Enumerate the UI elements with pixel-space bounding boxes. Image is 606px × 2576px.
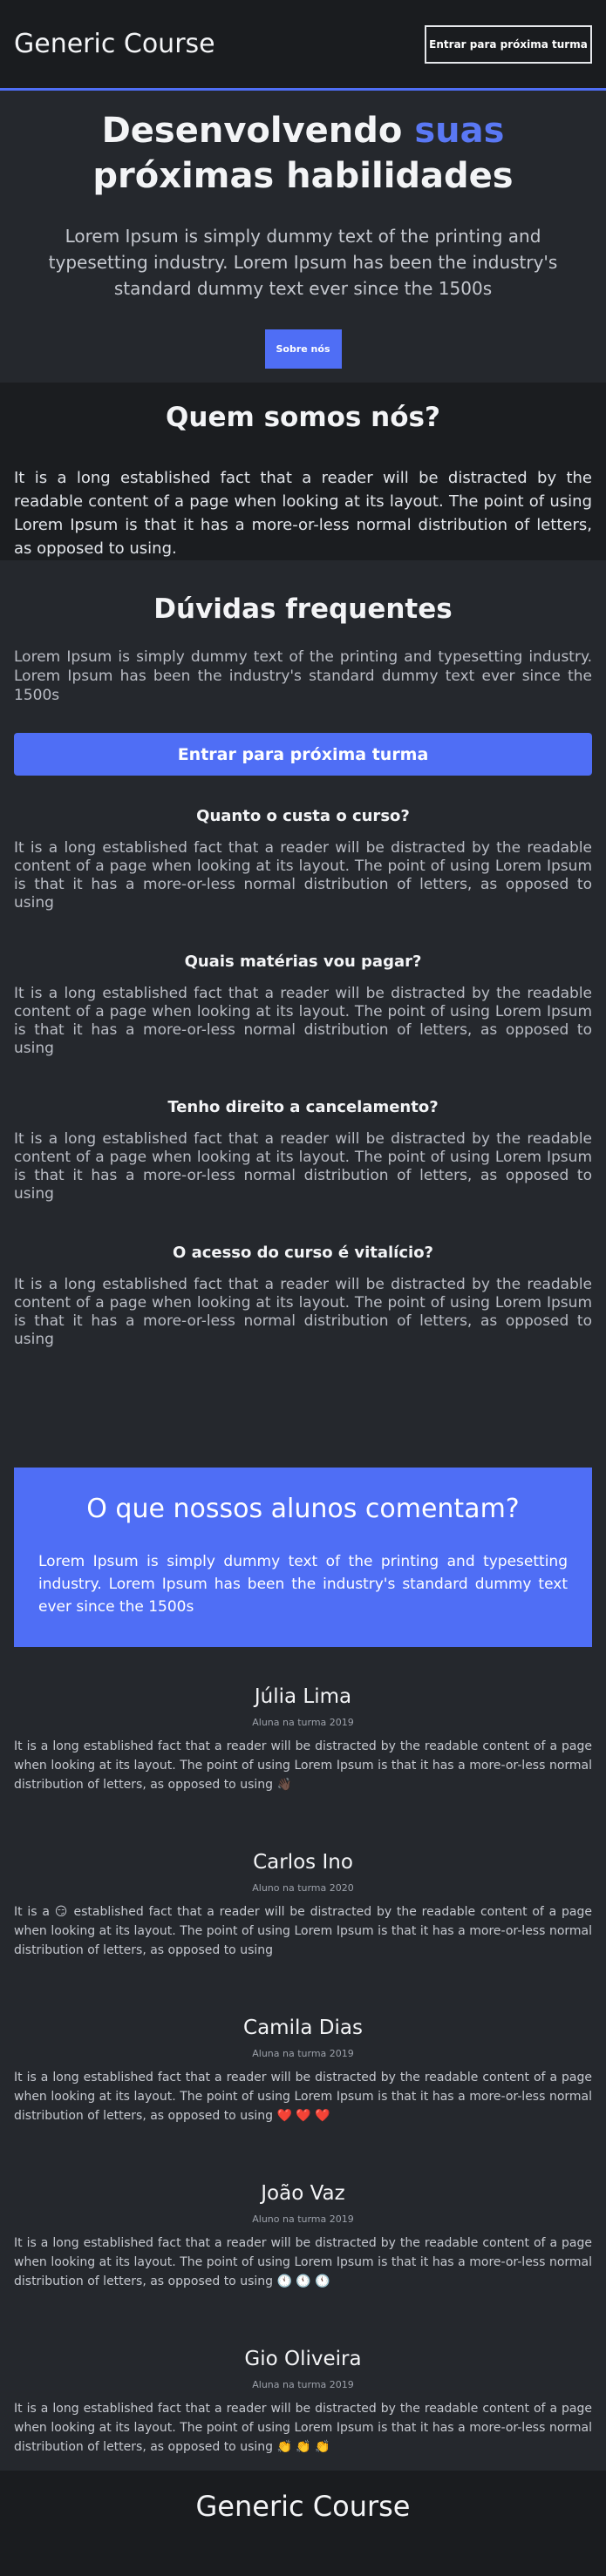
site-footer: Generic Course <box>0 2471 606 2576</box>
faq-question: Tenho direito a cancelamento? <box>167 1098 439 1116</box>
testimonials-banner: O que nossos alunos comentam? Lorem Ipsu… <box>14 1468 592 1647</box>
faq-answer: It is a long established fact that a rea… <box>14 1130 592 1203</box>
faq-item: O acesso do curso é vitalício? It is a l… <box>14 1244 592 1349</box>
testimonials-banner-wrapper: O que nossos alunos comentam? Lorem Ipsu… <box>0 1468 606 1647</box>
reviewer-name: João Vaz <box>261 2182 345 2205</box>
hero-subtitle: Lorem Ipsum is simply dummy text of the … <box>48 226 558 299</box>
faq-title: Dúvidas frequentes <box>153 593 453 625</box>
review-text: It is a long established fact that a rea… <box>14 2236 592 2288</box>
review-card: João Vaz Aluno na turma 2019 It is a lon… <box>14 2144 592 2309</box>
hero-title: Desenvolvendo suas próximas habilidades <box>16 108 590 199</box>
review-text: It is a 😏 established fact that a reader… <box>14 1905 592 1957</box>
faq-answer: It is a long established fact that a rea… <box>14 985 592 1057</box>
reviewer-name: Gio Oliveira <box>244 2348 362 2370</box>
testimonials-title: O que nossos alunos comentam? <box>86 1494 520 1524</box>
footer-brand[interactable]: Generic Course <box>0 2490 606 2523</box>
reviewer-name: Carlos Ino <box>253 1851 353 1874</box>
review-card: Camila Dias Aluna na turma 2019 It is a … <box>14 1978 592 2144</box>
hero-title-accent: suas <box>414 111 505 151</box>
faq-item: Quais matérias vou pagar? It is a long e… <box>14 952 592 1058</box>
join-next-class-header-button[interactable]: Entrar para próxima turma <box>425 24 592 64</box>
brand-logo[interactable]: Generic Course <box>14 29 215 59</box>
reviewer-class: Aluno na turma 2020 <box>252 1882 354 1894</box>
review-card: Gio Oliveira Aluna na turma 2019 It is a… <box>14 2309 592 2475</box>
about-title: Quem somos nós? <box>166 402 440 433</box>
reviewer-name: Camila Dias <box>243 2017 363 2039</box>
hero-section: Desenvolvendo suas próximas habilidades … <box>0 91 606 383</box>
review-card: Júlia Lima Aluna na turma 2019 It is a l… <box>14 1647 592 1813</box>
reviewer-class: Aluna na turma 2019 <box>252 2048 354 2059</box>
faq-question: O acesso do curso é vitalício? <box>173 1244 433 1262</box>
review-text: It is a long established fact that a rea… <box>14 2071 592 2123</box>
site-header: Generic Course Entrar para próxima turma <box>0 0 606 91</box>
faq-item: Quanto o custa o curso? It is a long est… <box>14 807 592 912</box>
reviewer-name: Júlia Lima <box>254 1685 352 1708</box>
faq-question: Quais matérias vou pagar? <box>184 952 422 971</box>
reviewer-class: Aluna na turma 2019 <box>252 1717 354 1728</box>
faq-question: Quanto o custa o curso? <box>196 807 410 825</box>
faq-section: Dúvidas frequentes Lorem Ipsum is simply… <box>0 560 606 1468</box>
reviewer-class: Aluna na turma 2019 <box>252 2379 354 2390</box>
testimonials-intro: Lorem Ipsum is simply dummy text of the … <box>38 1553 568 1616</box>
hero-title-part-2: próximas habilidades <box>92 156 514 196</box>
reviews-list: Júlia Lima Aluna na turma 2019 It is a l… <box>0 1647 606 2471</box>
join-next-class-button[interactable]: Entrar para próxima turma <box>14 733 592 776</box>
review-text: It is a long established fact that a rea… <box>14 1739 592 1792</box>
about-text: It is a long established fact that a rea… <box>14 469 592 558</box>
about-us-button[interactable]: Sobre nós <box>264 329 342 369</box>
faq-answer: It is a long established fact that a rea… <box>14 839 592 912</box>
hero-title-part-1: Desenvolvendo <box>101 111 415 151</box>
faq-intro: Lorem Ipsum is simply dummy text of the … <box>14 648 592 704</box>
review-text: It is a long established fact that a rea… <box>14 2402 592 2454</box>
about-section: Quem somos nós? It is a long established… <box>0 383 606 560</box>
review-card: Carlos Ino Aluno na turma 2020 It is a 😏… <box>14 1813 592 1978</box>
faq-answer: It is a long established fact that a rea… <box>14 1276 592 1348</box>
faq-item: Tenho direito a cancelamento? It is a lo… <box>14 1098 592 1203</box>
reviewer-class: Aluno na turma 2019 <box>252 2213 354 2225</box>
